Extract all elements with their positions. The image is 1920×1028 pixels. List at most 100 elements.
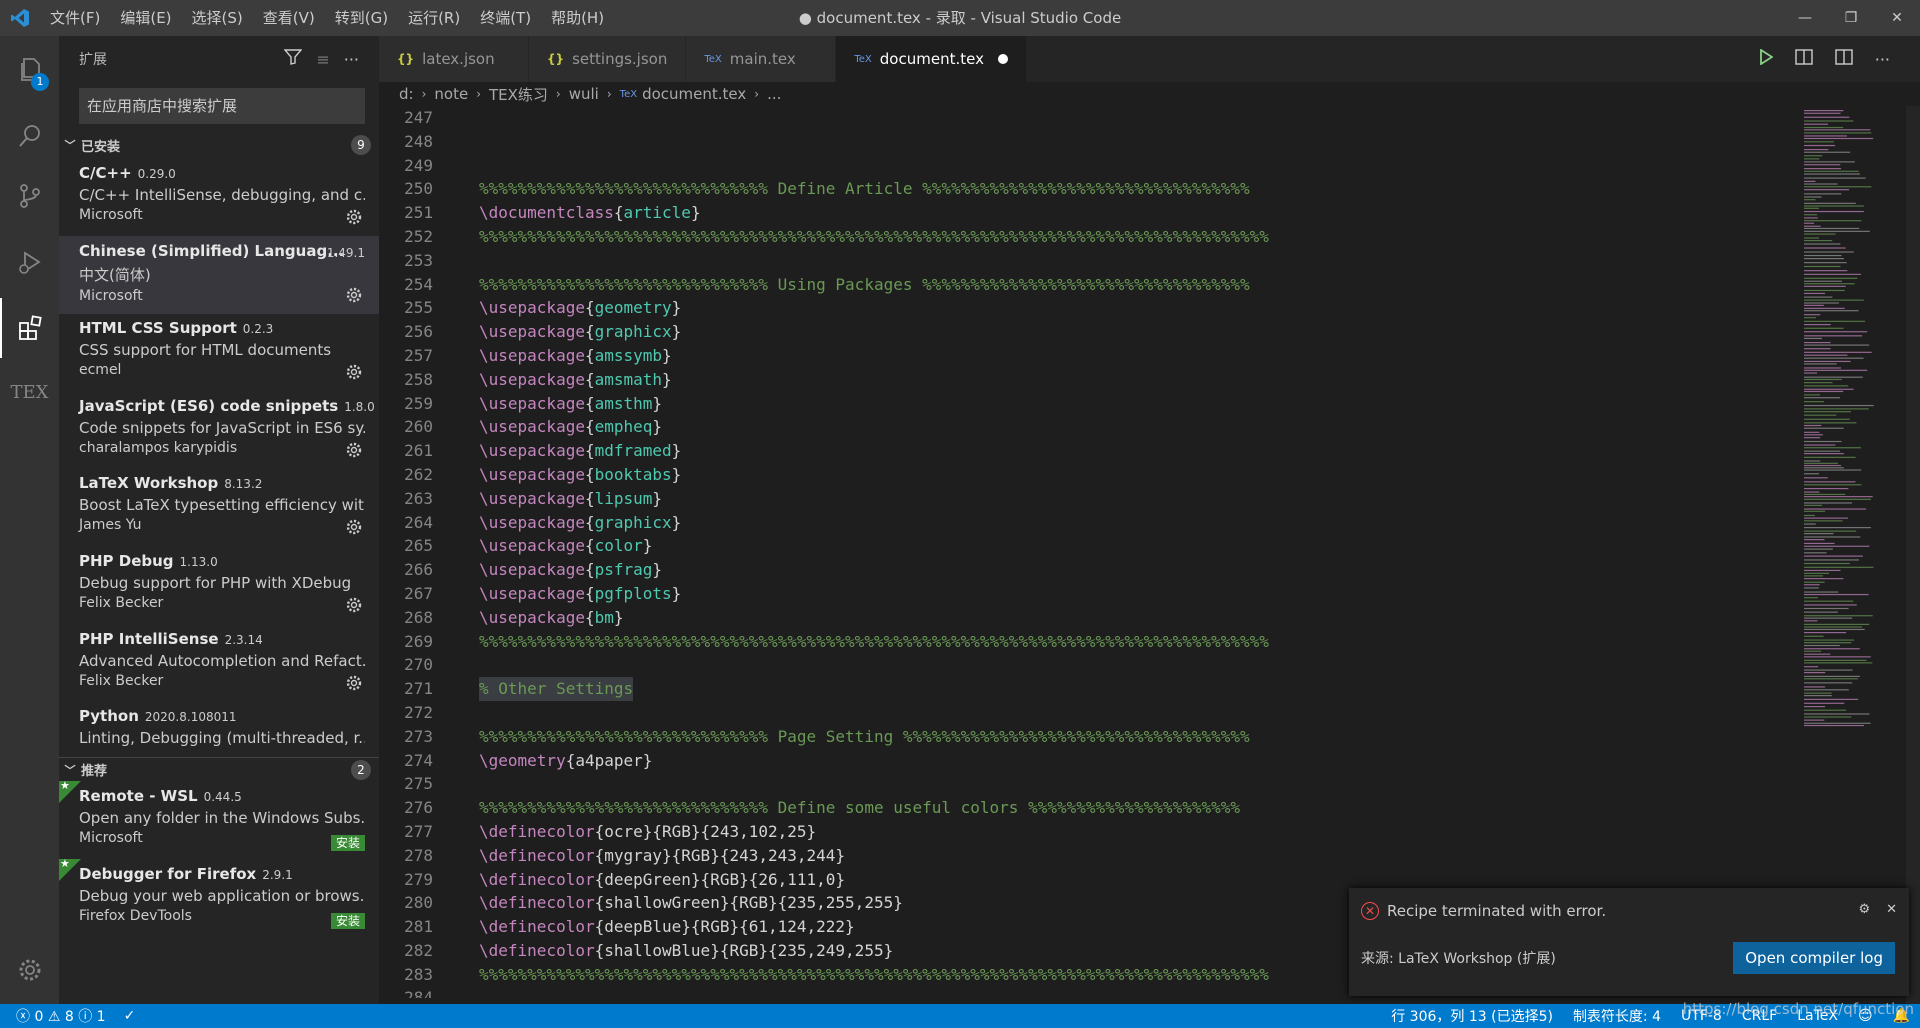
menu-item-3[interactable]: 查看(V) (253, 0, 325, 36)
code-token: booktabs (594, 464, 672, 484)
extensions-icon[interactable] (0, 298, 59, 358)
installed-section-header[interactable]: ﹀ 已安装 9 (59, 133, 379, 157)
extension-item[interactable]: LaTeX Workshop 8.13.2 Boost LaTeX typeset… (59, 468, 379, 546)
run-icon[interactable] (1759, 48, 1774, 69)
search-icon[interactable] (0, 106, 59, 166)
source-control-icon[interactable] (0, 166, 59, 226)
recommended-section-header[interactable]: ﹀ 推荐 2 (59, 757, 379, 781)
tab-document-tex[interactable]: TeX document.tex (836, 36, 1027, 82)
manage-gear-icon[interactable] (345, 674, 363, 696)
code-line[interactable]: 268 \usepackage{bm} (379, 606, 1789, 630)
tex-icon[interactable]: TEX (0, 362, 59, 422)
extension-item[interactable]: HTML CSS Support 0.2.3 CSS support for HT… (59, 313, 379, 391)
code-line[interactable]: 269%%%%%%%%%%%%%%%%%%%%%%%%%%%%%%%%%%%%%… (379, 630, 1789, 654)
filter-icon[interactable] (283, 49, 303, 69)
code-line[interactable]: 255 \usepackage{geometry} (379, 296, 1789, 320)
code-line[interactable]: 253 (379, 249, 1789, 273)
code-line[interactable]: 265 \usepackage{color} (379, 534, 1789, 558)
recommended-extension-item[interactable]: ★ Debugger for Firefox 2.9.1 Debug your w… (59, 857, 379, 937)
problems-indicator[interactable]: ⓧ 0 ⚠ 8 ⓘ 1 (16, 1006, 106, 1026)
open-preview-icon[interactable] (1795, 49, 1813, 69)
manage-gear-icon[interactable] (345, 286, 363, 308)
split-editor-icon[interactable] (1835, 49, 1853, 69)
settings-gear-icon[interactable] (0, 940, 59, 1000)
manage-gear-icon[interactable] (345, 441, 363, 463)
code-line[interactable]: 254 %%%%%%%%%%%%%%%%%%%%%%%%%%%%%% Using … (379, 273, 1789, 297)
extension-item[interactable]: JavaScript (ES6) code snippets 1.8.0 Code… (59, 391, 379, 469)
code-line[interactable]: 252%%%%%%%%%%%%%%%%%%%%%%%%%%%%%%%%%%%%%… (379, 225, 1789, 249)
extension-item[interactable]: PHP Debug 1.13.0 Debug support for PHP wi… (59, 546, 379, 624)
code-line[interactable]: 267 \usepackage{pgfplots} (379, 582, 1789, 606)
code-line[interactable]: 259 \usepackage{amsthm} (379, 392, 1789, 416)
breadcrumb-item[interactable]: TEX练习 (489, 84, 548, 105)
menu-item-6[interactable]: 终端(T) (470, 0, 541, 36)
tab-settings-json[interactable]: {} settings.json (529, 36, 687, 82)
tab-main-tex[interactable]: TeX main.tex (686, 36, 837, 82)
code-line[interactable]: 256 \usepackage{graphicx} (379, 320, 1789, 344)
extension-item[interactable]: C/C++ 0.29.0 C/C++ IntelliSense, debuggin… (59, 158, 379, 236)
unsaved-dot-icon[interactable] (997, 54, 1008, 64)
breadcrumb-item[interactable]: note (434, 85, 468, 103)
breadcrumb-item[interactable]: ... (767, 85, 781, 103)
minimize-icon[interactable]: — (1782, 0, 1828, 36)
breadcrumb-item[interactable]: d: (399, 85, 414, 103)
scrollbar[interactable] (1906, 106, 1920, 1004)
install-button[interactable]: 安装 (330, 835, 365, 851)
manage-gear-icon[interactable] (345, 596, 363, 618)
code-line[interactable]: 272 (379, 701, 1789, 725)
code-line[interactable]: 277 \definecolor {ocre}{RGB}{243,102,25} (379, 820, 1789, 844)
breadcrumb-item[interactable]: document.tex (642, 85, 746, 103)
breadcrumb-item[interactable]: wuli (569, 85, 599, 103)
more-actions-icon[interactable]: ··· (1875, 50, 1890, 69)
notification-settings-gear-icon[interactable]: ⚙ (1858, 902, 1870, 917)
explorer-icon[interactable]: 1 (0, 40, 59, 100)
code-line[interactable]: 273 %%%%%%%%%%%%%%%%%%%%%%%%%%%%%% Page S… (379, 725, 1789, 749)
clear-list-icon[interactable]: ≡ (316, 50, 329, 69)
restore-icon[interactable]: ❐ (1828, 0, 1874, 36)
manage-gear-icon[interactable] (345, 518, 363, 540)
manage-gear-icon[interactable] (345, 208, 363, 230)
code-line[interactable]: 275 (379, 772, 1789, 796)
code-line[interactable]: 250 %%%%%%%%%%%%%%%%%%%%%%%%%%%%%% Define… (379, 177, 1789, 201)
code-line[interactable]: 264 \usepackage{graphicx} (379, 511, 1789, 535)
extension-search-input[interactable]: 在应用商店中搜索扩展 (79, 88, 365, 124)
code-line[interactable]: 260 \usepackage{empheq} (379, 415, 1789, 439)
code-line[interactable]: 262 \usepackage{booktabs} (379, 463, 1789, 487)
code-line[interactable]: 266 \usepackage{psfrag} (379, 558, 1789, 582)
checkmark-icon[interactable]: ✓ (124, 1008, 136, 1024)
menu-item-0[interactable]: 文件(F) (40, 0, 110, 36)
code-line[interactable]: 276 %%%%%%%%%%%%%%%%%%%%%%%%%%%%%% Define… (379, 796, 1789, 820)
code-line[interactable]: 261 \usepackage{mdframed} (379, 439, 1789, 463)
tab-size[interactable]: 制表符长度: 4 (1573, 1006, 1661, 1026)
install-button[interactable]: 安装 (330, 912, 365, 929)
manage-gear-icon[interactable] (345, 363, 363, 385)
minimap[interactable] (1790, 106, 1920, 1004)
code-line[interactable]: 249 (379, 154, 1789, 178)
menu-item-2[interactable]: 选择(S) (182, 0, 253, 36)
cursor-position[interactable]: 行 306，列 13 (已选择5) (1391, 1006, 1553, 1026)
code-line[interactable]: 248 (379, 130, 1789, 154)
code-editor[interactable]: 247 248 249 250%%%%%%%%%%%%%%%%%%%%%%%%%%%%… (379, 106, 1789, 998)
menu-item-4[interactable]: 转到(G) (325, 0, 398, 36)
menu-item-5[interactable]: 运行(R) (398, 0, 470, 36)
open-compiler-log-button[interactable]: Open compiler log (1733, 942, 1895, 974)
more-actions-icon[interactable]: ··· (344, 50, 359, 69)
code-line[interactable]: 274 \geometry {a4paper} (379, 749, 1789, 773)
code-line[interactable]: 258 \usepackage{amsmath} (379, 368, 1789, 392)
code-line[interactable]: 271 % Other Settings (379, 677, 1789, 701)
notification-close-icon[interactable]: ✕ (1886, 902, 1897, 917)
menu-item-7[interactable]: 帮助(H) (541, 0, 614, 36)
code-line[interactable]: 251 \documentclass{article} (379, 201, 1789, 225)
code-line[interactable]: 257 \usepackage{amssymb} (379, 344, 1789, 368)
menu-item-1[interactable]: 编辑(E) (110, 0, 181, 36)
code-line[interactable]: 247 (379, 106, 1789, 130)
close-icon[interactable]: ✕ (1874, 0, 1920, 36)
run-debug-icon[interactable] (0, 232, 59, 292)
code-line[interactable]: 263 \usepackage{lipsum} (379, 487, 1789, 511)
extension-item[interactable]: Chinese (Simplified) Languag... 1.49.1 中文… (59, 235, 379, 314)
extension-item[interactable]: PHP IntelliSense 2.3.14 Advanced Autocomp… (59, 624, 379, 702)
code-line[interactable]: 270 (379, 653, 1789, 677)
tab-latex-json[interactable]: {} latex.json (379, 36, 529, 82)
code-line[interactable]: 278 \definecolor {mygray}{RGB}{243,243,244… (379, 844, 1789, 868)
recommended-extension-item[interactable]: ★ Remote - WSL 0.44.5 Open any folder in … (59, 779, 379, 859)
